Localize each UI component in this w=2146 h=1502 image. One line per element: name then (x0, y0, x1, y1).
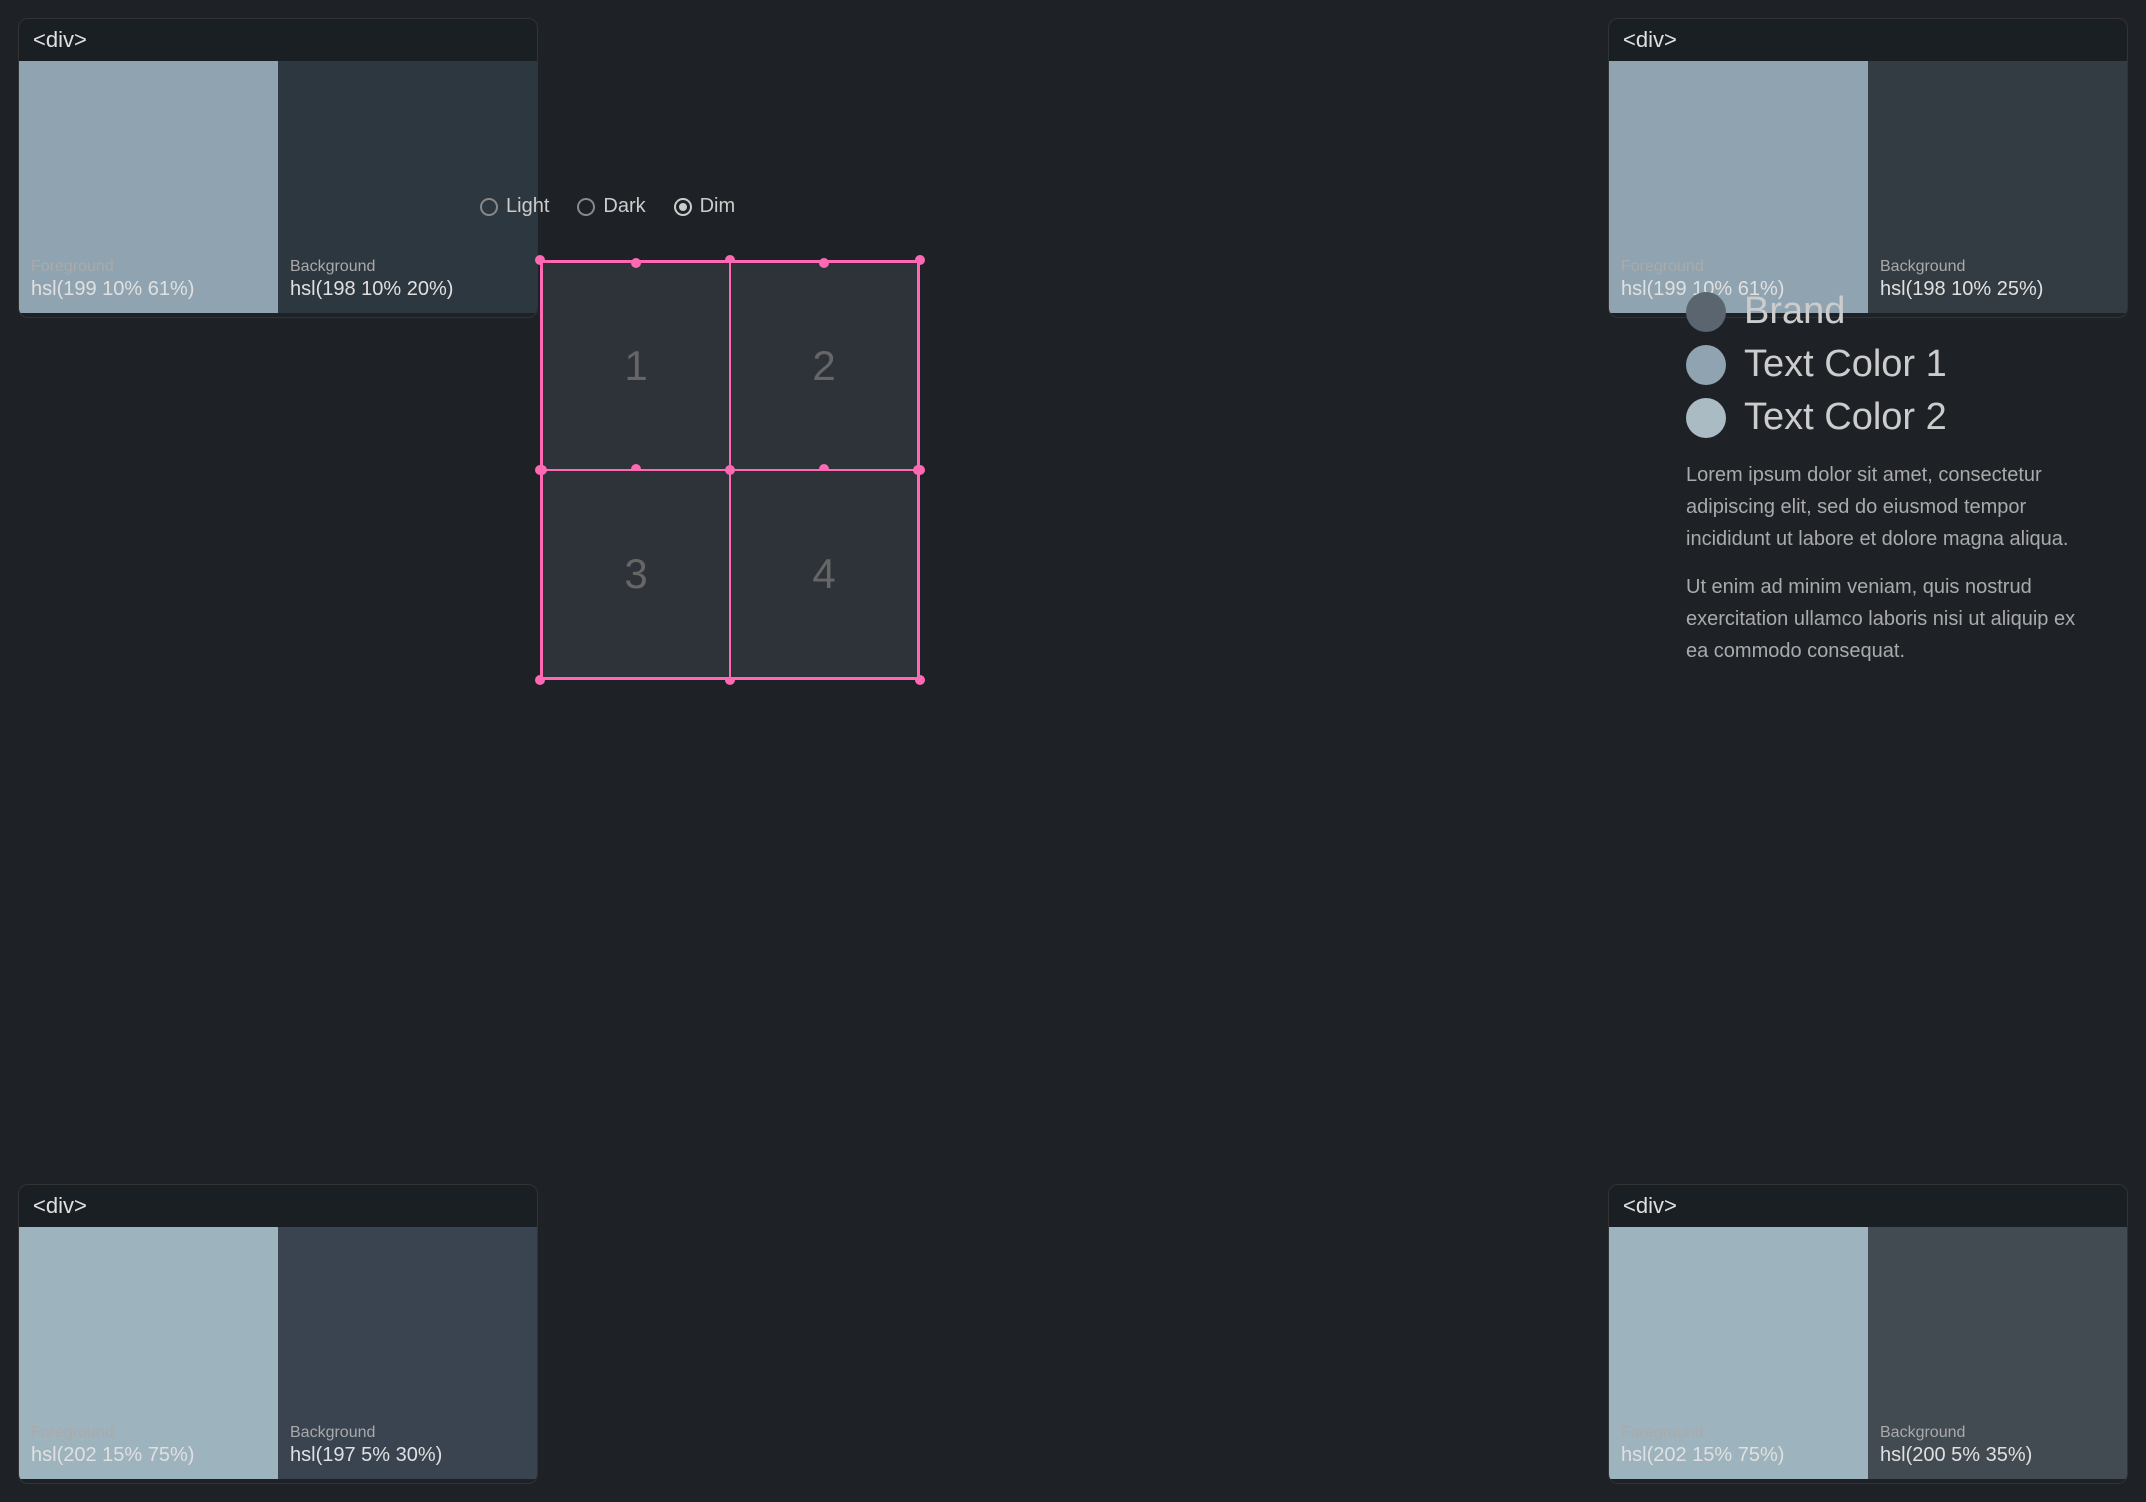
panel-bottom-left: <div> Foreground hsl(202 15% 75%) Backgr… (18, 1184, 538, 1484)
panel-tl-fg-value: hsl(199 10% 61%) (31, 278, 266, 301)
theme-option-dark[interactable]: Dark (577, 195, 645, 218)
panel-br-fg-label: Foreground (1621, 1424, 1856, 1442)
theme-label-dim: Dim (700, 195, 736, 218)
legend-dot-text1 (1686, 345, 1726, 385)
theme-radio-light[interactable] (480, 198, 498, 216)
legend-item-brand: Brand (1686, 290, 2086, 333)
theme-label-light: Light (506, 195, 549, 218)
grid-cell-4: 4 (730, 470, 918, 678)
theme-radio-dim[interactable] (674, 198, 692, 216)
panel-bl-footer: Contrast ratio 4.64 WCAG Compliance ✓ AA… (19, 1479, 537, 1484)
lorem-text: Lorem ipsum dolor sit amet, consectetur … (1686, 459, 2086, 667)
theme-option-light[interactable]: Light (480, 195, 549, 218)
info-panel: Brand Text Color 1 Text Color 2 Lorem ip… (1686, 290, 2086, 667)
theme-selector: Light Dark Dim (480, 195, 735, 218)
panel-bl-bg-value: hsl(197 5% 30%) (290, 1444, 525, 1467)
panel-bl-title: <div> (19, 1185, 537, 1227)
panel-br-bg-value: hsl(200 5% 35%) (1880, 1444, 2115, 1467)
grid-cell-2-label: 2 (812, 342, 835, 390)
panel-bl-fg-label: Foreground (31, 1424, 266, 1442)
panel-br-title: <div> (1609, 1185, 2127, 1227)
theme-label-dark: Dark (603, 195, 645, 218)
panel-tl-footer: Contrast ratio 4.59 WCAG Compliance ✓ AA… (19, 313, 537, 318)
legend-dot-text2 (1686, 398, 1726, 438)
panel-tr-title: <div> (1609, 19, 2127, 61)
panel-br-footer: Contrast ratio 3.79 WCAG Compliance ✓ AA… (1609, 1479, 2127, 1484)
legend-label-text2: Text Color 2 (1744, 396, 1947, 439)
panel-br-fg-swatch: Foreground hsl(202 15% 75%) (1609, 1227, 1868, 1479)
panel-tl-fg-swatch: Foreground hsl(199 10% 61%) (19, 61, 278, 313)
panel-tr-fg-swatch: Foreground hsl(199 10% 61%) (1609, 61, 1868, 313)
panel-bottom-right: <div> Foreground hsl(202 15% 75%) Backgr… (1608, 1184, 2128, 1484)
panel-bl-bg-label: Background (290, 1424, 525, 1442)
panel-top-right: <div> Foreground hsl(199 10% 61%) Backgr… (1608, 18, 2128, 318)
panel-bl-fg-value: hsl(202 15% 75%) (31, 1444, 266, 1467)
panel-br-bg-label: Background (1880, 1424, 2115, 1442)
panel-tr-bg-swatch: Background hsl(198 10% 25%) (1868, 61, 2127, 313)
grid-cell-4-label: 4 (812, 550, 835, 598)
grid-cell-1: 1 (542, 262, 730, 470)
grid-cell-2: 2 (730, 262, 918, 470)
theme-option-dim[interactable]: Dim (674, 195, 736, 218)
panel-tr-bg-label: Background (1880, 258, 2115, 276)
lorem-para2: Ut enim ad minim veniam, quis nostrud ex… (1686, 571, 2086, 667)
grid-cell-1-label: 1 (624, 342, 647, 390)
panel-tl-title: <div> (19, 19, 537, 61)
legend-item-text1: Text Color 1 (1686, 343, 2086, 386)
handle-row-l[interactable] (537, 465, 547, 475)
canvas-area: 1 2 3 4 (540, 260, 920, 680)
lorem-para1: Lorem ipsum dolor sit amet, consectetur … (1686, 459, 2086, 555)
handle-row-c[interactable] (725, 465, 735, 475)
panel-tl-bg-swatch: Background hsl(198 10% 20%) (278, 61, 537, 313)
handle-col2-t[interactable] (819, 258, 829, 268)
legend-item-text2: Text Color 2 (1686, 396, 2086, 439)
legend-label-text1: Text Color 1 (1744, 343, 1947, 386)
handle-col1-t[interactable] (631, 258, 641, 268)
grid-container: 1 2 3 4 (540, 260, 920, 680)
panel-tr-fg-label: Foreground (1621, 258, 1856, 276)
panel-br-bg-swatch: Background hsl(200 5% 35%) (1868, 1227, 2127, 1479)
panel-tl-bg-label: Background (290, 258, 525, 276)
legend-label-brand: Brand (1744, 290, 1845, 333)
panel-top-left: <div> Foreground hsl(199 10% 61%) Backgr… (18, 18, 538, 318)
panel-bl-bg-swatch: Background hsl(197 5% 30%) (278, 1227, 537, 1479)
grid-cell-3: 3 (542, 470, 730, 678)
panel-br-fg-value: hsl(202 15% 75%) (1621, 1444, 1856, 1467)
panel-tl-bg-value: hsl(198 10% 20%) (290, 278, 525, 301)
handle-row-r[interactable] (913, 465, 923, 475)
legend-dot-brand (1686, 292, 1726, 332)
grid-cell-3-label: 3 (624, 550, 647, 598)
panel-bl-fg-swatch: Foreground hsl(202 15% 75%) (19, 1227, 278, 1479)
panel-tl-fg-label: Foreground (31, 258, 266, 276)
theme-radio-dark[interactable] (577, 198, 595, 216)
